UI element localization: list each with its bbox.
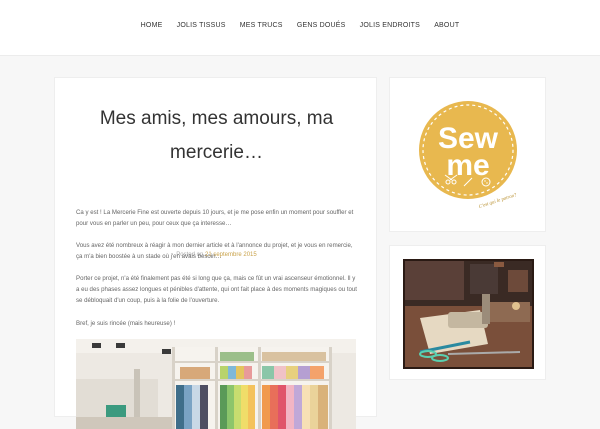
sidebar-photo-widget <box>389 245 546 380</box>
post-paragraph: Ca y est ! La Mercerie Fine est ouverte … <box>76 209 354 227</box>
post-title[interactable]: Mes amis, mes amours, ma mercerie… <box>55 102 378 170</box>
post-photo-mercerie <box>76 339 356 429</box>
logo-text-me: me <box>446 149 489 182</box>
post-paragraph: Vous avez été nombreux à réagir à mon de… <box>76 242 353 260</box>
sewing-machine-photo <box>403 259 534 369</box>
nav-item-jolis-endroits[interactable]: JOLIS ENDROITS <box>360 22 420 29</box>
post-title-line-2[interactable]: mercerie… <box>55 136 378 170</box>
sidebar-logo-widget: Sew me C'est qui le patron? <box>389 77 546 232</box>
shop-shelves-illustration <box>76 339 356 429</box>
post-article: Mes amis, mes amours, ma mercerie… Poste… <box>54 77 378 429</box>
sew-me-logo[interactable]: Sew me C'est qui le patron? <box>390 78 547 233</box>
main-navigation: HOME JOLIS TISSUS MES TRUCS GENS DOUÉS J… <box>0 22 600 29</box>
nav-item-jolis-tissus[interactable]: JOLIS TISSUS <box>177 22 226 29</box>
nav-item-home[interactable]: HOME <box>141 22 163 29</box>
post-paragraph: Bref, je suis rincée (mais heureuse) ! <box>76 320 176 327</box>
post-paragraph: Porter ce projet, n'a été finalement pas… <box>76 275 357 304</box>
nav-item-gens-doues[interactable]: GENS DOUÉS <box>297 22 346 29</box>
nav-item-mes-trucs[interactable]: MES TRUCS <box>240 22 283 29</box>
site-header: HOME JOLIS TISSUS MES TRUCS GENS DOUÉS J… <box>0 0 600 56</box>
nav-item-about[interactable]: ABOUT <box>434 22 459 29</box>
post-title-line-1[interactable]: Mes amis, mes amours, ma <box>55 102 378 136</box>
